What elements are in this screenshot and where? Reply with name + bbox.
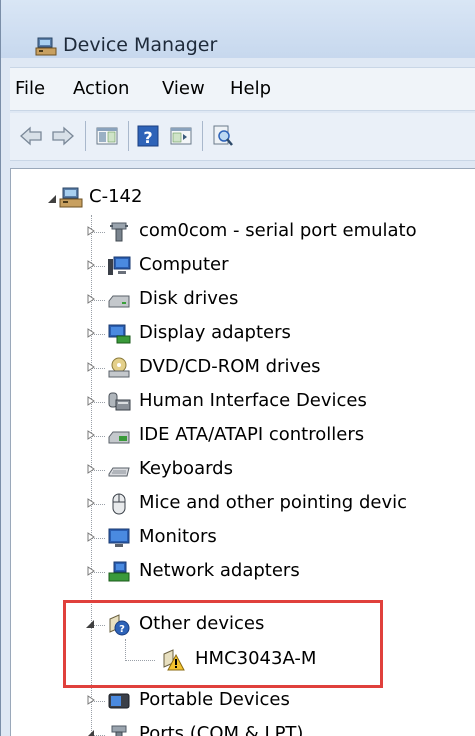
menu-view[interactable]: View — [162, 78, 205, 99]
tree-item-label: Mice and other pointing devic — [139, 492, 407, 513]
svg-text:?: ? — [119, 624, 125, 635]
tree-item-portable-devices[interactable]: Portable Devices — [87, 684, 471, 718]
disk-drive-icon — [108, 295, 130, 308]
tree-item-hmc3043a-m[interactable]: HMC3043A-M — [125, 643, 465, 677]
expand-arrow-icon[interactable] — [86, 566, 96, 576]
expand-arrow-icon[interactable] — [86, 260, 96, 270]
expand-arrow-icon[interactable] — [86, 294, 96, 304]
network-adapter-icon — [108, 561, 130, 582]
tree-item-disk-drives[interactable]: Disk drives — [87, 283, 471, 317]
tree-item-other-devices[interactable]: ? Other devices — [86, 608, 471, 642]
ide-controller-icon — [108, 431, 130, 444]
tree-item-label: Computer — [139, 254, 229, 275]
expand-arrow-icon[interactable] — [86, 328, 96, 338]
help-icon[interactable]: ? — [135, 123, 161, 149]
device-manager-icon — [35, 37, 57, 56]
tree-item-ports[interactable]: Ports (COM & LPT) — [88, 718, 471, 736]
tree-item-label: Display adapters — [139, 322, 291, 343]
tree-root-label: C-142 — [89, 186, 143, 207]
display-adapter-icon — [108, 324, 131, 344]
expand-arrow-icon[interactable] — [86, 464, 96, 474]
hid-icon — [108, 392, 131, 411]
svg-text:?: ? — [143, 128, 152, 147]
tree-item-label: com0com - serial port emulato — [139, 220, 417, 241]
tree-item-ide-controllers[interactable]: IDE ATA/ATAPI controllers — [87, 419, 471, 453]
show-hide-console-tree-icon[interactable] — [168, 123, 194, 149]
dvd-drive-icon — [108, 357, 130, 378]
tree-item-keyboards[interactable]: Keyboards — [87, 453, 471, 487]
menu-file[interactable]: File — [15, 78, 45, 99]
computer-icon — [108, 256, 131, 275]
expand-arrow-icon[interactable] — [86, 362, 96, 372]
toolbar: ? — [10, 113, 475, 161]
menu-action[interactable]: Action — [73, 78, 129, 99]
expand-arrow-icon[interactable] — [86, 396, 96, 406]
tree-item-label: Human Interface Devices — [139, 390, 367, 411]
tree-item-label: Monitors — [139, 526, 217, 547]
tree-item-label: Other devices — [139, 613, 265, 634]
tree-item-display-adapters[interactable]: Display adapters — [87, 317, 471, 351]
forward-arrow-icon[interactable] — [50, 123, 76, 149]
tree-item-label: Disk drives — [139, 288, 239, 309]
tree-item-label: DVD/CD-ROM drives — [139, 356, 321, 377]
tree-item-monitors[interactable]: Monitors — [87, 521, 471, 555]
mouse-icon — [112, 493, 126, 515]
device-manager-window: Device Manager File Action View Help ? C… — [0, 0, 475, 736]
tree-item-label: Portable Devices — [139, 689, 290, 710]
port-icon — [111, 725, 127, 736]
expand-arrow-icon[interactable] — [86, 695, 96, 705]
tree-item-dvd-drives[interactable]: DVD/CD-ROM drives — [87, 351, 471, 385]
title-bar[interactable]: Device Manager — [1, 0, 475, 58]
tree-item-mice[interactable]: Mice and other pointing devic — [87, 487, 471, 521]
tree-item-label: Ports (COM & LPT) — [139, 723, 304, 736]
tree-item-network-adapters[interactable]: Network adapters — [87, 555, 471, 589]
collapse-arrow-icon[interactable] — [47, 194, 57, 204]
tree-item-label: HMC3043A-M — [195, 648, 317, 669]
serial-port-icon — [110, 222, 128, 242]
expand-arrow-icon[interactable] — [86, 532, 96, 542]
tree-item-computer[interactable]: Computer — [87, 249, 471, 283]
tree-item-label: IDE ATA/ATAPI controllers — [139, 424, 365, 445]
expand-arrow-icon[interactable] — [86, 430, 96, 440]
window-title: Device Manager — [63, 34, 218, 56]
tree-item-hid[interactable]: Human Interface Devices — [87, 385, 471, 419]
collapse-arrow-icon[interactable] — [85, 729, 95, 736]
device-tree[interactable]: C-142 com0com - serial port emulato Comp… — [10, 168, 475, 736]
portable-device-icon — [108, 693, 130, 709]
warning-device-icon — [163, 649, 185, 671]
back-arrow-icon[interactable] — [18, 123, 44, 149]
tree-item-com0com[interactable]: com0com - serial port emulato — [87, 215, 471, 249]
tree-item-label: Keyboards — [139, 458, 233, 479]
unknown-device-icon: ? — [109, 614, 130, 636]
scan-hardware-icon[interactable] — [210, 123, 236, 149]
expand-arrow-icon[interactable] — [86, 226, 96, 236]
tree-root-node[interactable]: C-142 — [47, 181, 467, 215]
tree-item-label: Network adapters — [139, 560, 300, 581]
collapse-arrow-icon[interactable] — [85, 619, 95, 629]
expand-arrow-icon[interactable] — [86, 498, 96, 508]
keyboard-icon — [108, 467, 130, 477]
monitor-icon — [108, 528, 130, 547]
computer-root-icon — [59, 187, 83, 208]
menu-bar: File Action View Help — [10, 67, 475, 111]
properties-icon[interactable] — [94, 123, 120, 149]
menu-help[interactable]: Help — [230, 78, 271, 99]
